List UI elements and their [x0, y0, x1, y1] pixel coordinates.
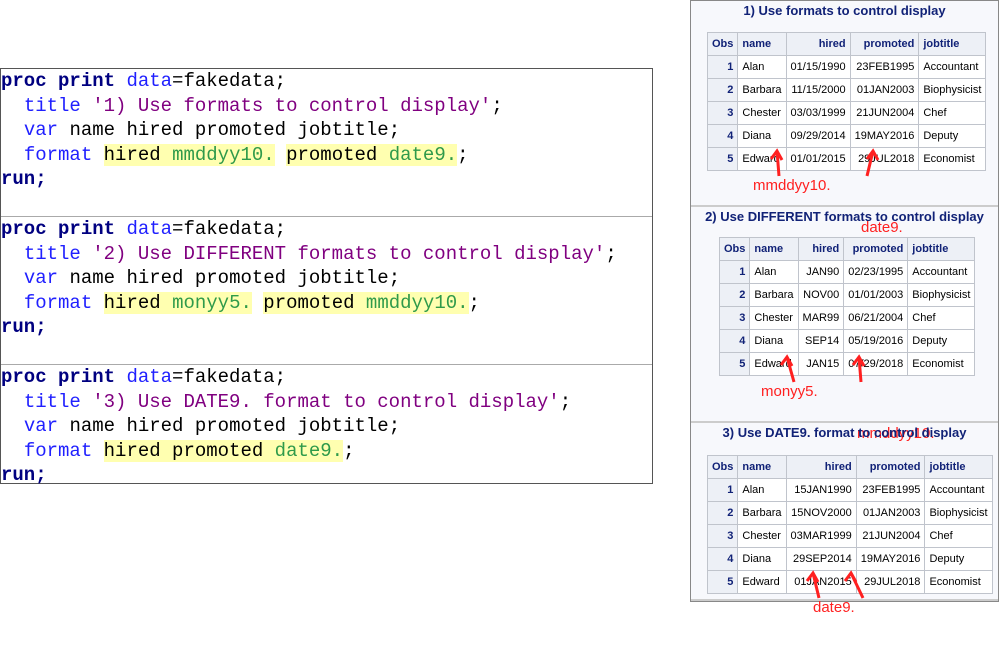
- format-line: format hired promoted date9.;: [23, 439, 355, 462]
- output-title: 2) Use DIFFERENT formats to control disp…: [705, 209, 984, 224]
- table-row: 1 Alan 15JAN1990 23FEB1995 Accountant: [706, 478, 993, 502]
- table-row: 2 Barbara NOV00 01/01/2003 Biophysicist: [718, 283, 976, 307]
- output-table: Obs name hired promoted jobtitle 1 Alan 01/15/1…: [706, 32, 987, 171]
- format-line: format hired mmddyy10. promoted date9.;: [23, 143, 469, 166]
- col-header-hired[interactable]: hired: [785, 455, 857, 479]
- output-section-1: 1) Use formats to control display Obs name…: [691, 1, 998, 236]
- format-line: format hired monyy5. promoted mmddyy10.;: [23, 291, 480, 314]
- output-title: 3) Use DATE9. format to control display: [722, 425, 967, 440]
- run-line: run;: [1, 464, 47, 487]
- red-arrow-icon: [865, 148, 880, 177]
- table-row: 2 Barbara 15NOV2000 01JAN2003 Biophysicist: [706, 501, 993, 525]
- format-highlight: hired promoted date9.: [103, 439, 344, 462]
- proc-line: proc print data=fakedata;: [1, 218, 287, 240]
- col-header-Obs[interactable]: Obs: [706, 32, 739, 56]
- format-highlight: promoted mmddyy10.: [263, 291, 469, 314]
- col-header-hired[interactable]: hired: [797, 237, 845, 261]
- annotation-label: mmddyy10.: [753, 177, 831, 194]
- table-row: 5 Edward 01/01/2015 29JUL2018 Economist: [706, 147, 987, 171]
- code-block-2: proc print data=fakedata; title '2) Use …: [1, 217, 652, 365]
- format-highlight: hired monyy5.: [103, 291, 252, 314]
- col-header-promoted[interactable]: promoted: [843, 237, 909, 261]
- col-header-jobtitle[interactable]: jobtitle: [924, 455, 993, 479]
- var-line: var name hired promoted jobtitle;: [23, 119, 401, 142]
- col-header-name[interactable]: name: [737, 455, 787, 479]
- table-row: 3 Chester 03/03/1999 21JUN2004 Chef: [706, 101, 987, 125]
- title-line: title '3) Use DATE9. format to control d…: [23, 390, 572, 413]
- table-row: 5 Edward JAN15 07/29/2018 Economist: [718, 352, 976, 376]
- col-header-name[interactable]: name: [737, 32, 787, 56]
- var-line: var name hired promoted jobtitle;: [23, 415, 401, 438]
- proc-line: proc print data=fakedata;: [1, 70, 287, 92]
- col-header-Obs[interactable]: Obs: [718, 237, 751, 261]
- table-row: 4 Diana 29SEP2014 19MAY2016 Deputy: [706, 547, 993, 571]
- col-header-name[interactable]: name: [749, 237, 799, 261]
- col-header-jobtitle[interactable]: jobtitle: [918, 32, 987, 56]
- table-row: 2 Barbara 11/15/2000 01JAN2003 Biophysicist: [706, 78, 987, 102]
- output-section-2: 2) Use DIFFERENT formats to control disp…: [691, 207, 998, 442]
- title-line: title '1) Use formats to control display…: [23, 94, 503, 117]
- output-table: Obs name hired promoted jobtitle 1 Alan JAN90 02…: [718, 237, 976, 376]
- table-row: 1 Alan 01/15/1990 23FEB1995 Accountant: [706, 55, 987, 79]
- var-line: var name hired promoted jobtitle;: [23, 267, 401, 290]
- code-block-3: proc print data=fakedata; title '3) Use …: [1, 365, 652, 513]
- col-header-Obs[interactable]: Obs: [706, 455, 739, 479]
- annotation-label: monyy5.: [761, 383, 818, 400]
- run-line: run;: [1, 168, 47, 191]
- col-header-hired[interactable]: hired: [785, 32, 851, 56]
- output-title: 1) Use formats to control display: [743, 3, 946, 18]
- table-row: 4 Diana SEP14 05/19/2016 Deputy: [718, 329, 976, 353]
- run-line: run;: [1, 316, 47, 339]
- table-row: 1 Alan JAN90 02/23/1995 Accountant: [718, 260, 976, 284]
- proc-line: proc print data=fakedata;: [1, 366, 287, 388]
- col-header-promoted[interactable]: promoted: [849, 32, 920, 56]
- table-row: 3 Chester 03MAR1999 21JUN2004 Chef: [706, 524, 993, 548]
- red-arrow-icon: [843, 570, 865, 599]
- annotation-label: date9.: [813, 599, 855, 616]
- col-header-jobtitle[interactable]: jobtitle: [907, 237, 976, 261]
- title-line: title '2) Use DIFFERENT formats to contr…: [23, 242, 617, 265]
- table-row: 4 Diana 09/29/2014 19MAY2016 Deputy: [706, 124, 987, 148]
- format-highlight: promoted date9.: [286, 143, 458, 166]
- sas-code-panel: proc print data=fakedata; title '1) Use …: [0, 68, 653, 486]
- table-row: 3 Chester MAR99 06/21/2004 Chef: [718, 306, 976, 330]
- sas-output-panel: 1) Use formats to control display Obs name…: [690, 0, 999, 616]
- red-arrow-icon: [851, 354, 866, 383]
- col-header-promoted[interactable]: promoted: [855, 455, 926, 479]
- output-section-3: 3) Use DATE9. format to control display O…: [691, 423, 998, 616]
- code-block-1: proc print data=fakedata; title '1) Use …: [1, 69, 652, 217]
- format-highlight: hired mmddyy10.: [103, 143, 275, 166]
